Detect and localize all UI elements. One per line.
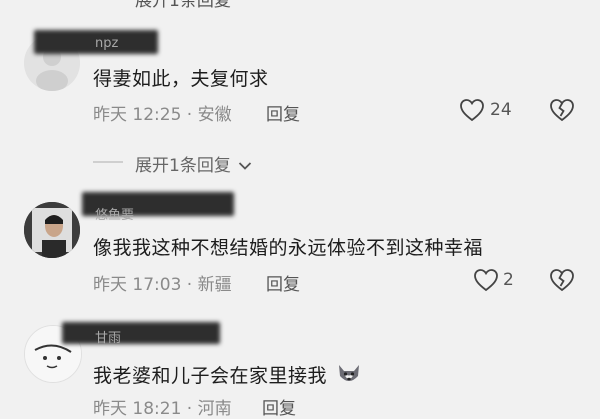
divider-dash	[93, 161, 123, 163]
username-redaction	[62, 322, 220, 344]
reply-button[interactable]: 回复	[266, 270, 300, 295]
broken-heart-icon[interactable]	[549, 268, 575, 292]
username[interactable]: npz	[95, 36, 118, 51]
heart-outline-icon[interactable]	[459, 98, 485, 122]
comment-meta: 昨天 12:25 · 安徽	[93, 105, 232, 125]
like-count: 2	[503, 270, 514, 290]
comment-text: 我老婆和儿子会在家里接我	[93, 361, 362, 388]
like-count: 24	[490, 100, 512, 120]
comment-text-body: 我老婆和儿子会在家里接我	[93, 365, 328, 387]
user-photo-avatar	[24, 202, 80, 258]
expand-replies-label[interactable]: 展开1条回复	[135, 0, 231, 11]
broken-heart-icon[interactable]	[549, 98, 575, 122]
comment-meta: 昨天 17:03 · 新疆	[93, 275, 232, 295]
comment-time: 昨天 18:21	[93, 399, 182, 419]
comment-text: 得妻如此，夫复何求	[93, 68, 269, 90]
comment-time: 昨天 17:03	[93, 275, 182, 295]
heart-outline-icon[interactable]	[473, 268, 499, 292]
reply-button[interactable]: 回复	[262, 394, 296, 419]
username[interactable]: 甘雨	[95, 327, 121, 346]
comment-location: 河南	[197, 399, 232, 419]
top-expand-row[interactable]: 展开1条回复	[135, 0, 231, 11]
reply-button[interactable]: 回复	[266, 100, 300, 125]
username[interactable]: 悠鱼要	[95, 204, 134, 223]
husky-dog-emoji-icon	[338, 365, 359, 381]
avatar[interactable]	[24, 202, 80, 258]
chevron-down-icon	[239, 162, 252, 170]
comment-location: 安徽	[197, 105, 232, 125]
comment-text: 像我我这种不想结婚的永远体验不到这种幸福	[93, 237, 484, 259]
comment-time: 昨天 12:25	[93, 105, 182, 125]
expand-replies-label[interactable]: 展开1条回复	[135, 156, 231, 176]
comment-meta: 昨天 18:21 · 河南	[93, 399, 232, 419]
expand-replies-button[interactable]: 展开1条回复	[135, 151, 252, 176]
comment-location: 新疆	[197, 275, 232, 295]
